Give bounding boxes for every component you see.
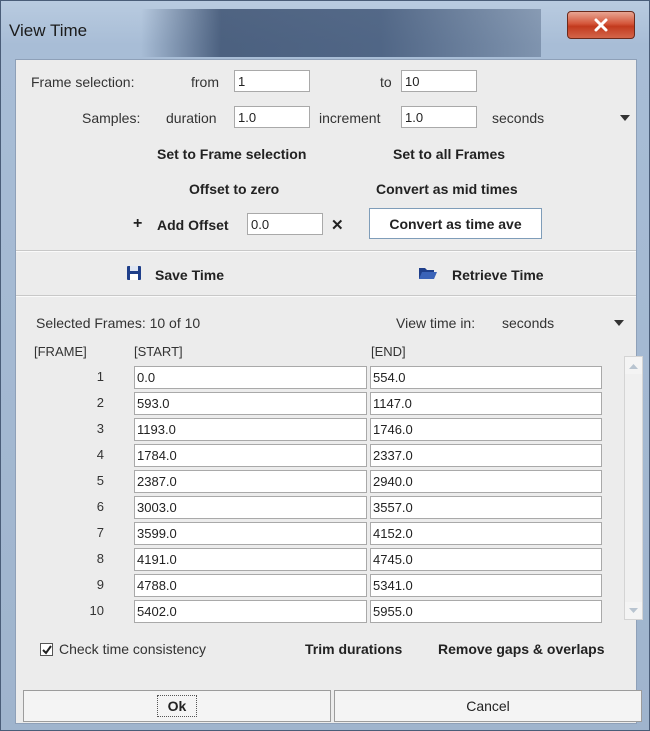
title-bar-background (141, 9, 541, 57)
end-cell[interactable]: 2337.0 (370, 444, 602, 467)
samples-label: Samples: (82, 110, 141, 126)
table-row[interactable]: 5 2387.0 2940.0 (30, 468, 620, 494)
chevron-down-icon[interactable] (620, 115, 630, 121)
view-time-unit-select[interactable]: seconds (502, 315, 554, 331)
frame-to-input[interactable] (401, 70, 477, 92)
offset-input[interactable] (247, 213, 323, 235)
end-cell[interactable]: 4745.0 (370, 548, 602, 571)
increment-label: increment (319, 110, 381, 126)
convert-as-time-ave-button[interactable]: Convert as time ave (369, 208, 542, 239)
dialog-content: Frame selection: from to Samples: durati… (15, 59, 643, 724)
frame-number: 4 (96, 447, 104, 462)
end-cell[interactable]: 3557.0 (370, 496, 602, 519)
close-icon (593, 17, 609, 33)
frame-number: 9 (96, 577, 104, 592)
end-cell[interactable]: 5341.0 (370, 574, 602, 597)
table-row[interactable]: 3 1193.0 1746.0 (30, 416, 620, 442)
increment-input[interactable] (401, 106, 477, 128)
dialog-window: View Time Frame selection: from to Sampl… (0, 0, 650, 731)
check-time-consistency-checkbox[interactable] (40, 643, 53, 656)
checkmark-icon (41, 644, 52, 655)
start-cell[interactable]: 1193.0 (134, 418, 367, 441)
cancel-button[interactable]: Cancel (334, 690, 642, 722)
duration-label: duration (166, 110, 217, 126)
frame-from-input[interactable] (234, 70, 310, 92)
from-label: from (191, 74, 219, 90)
chevron-down-icon[interactable] (614, 320, 624, 326)
trim-durations-button[interactable]: Trim durations (305, 641, 402, 657)
frame-number: 7 (96, 525, 104, 540)
table-row[interactable]: 9 4788.0 5341.0 (30, 572, 620, 598)
table-row[interactable]: 2 593.0 1147.0 (30, 390, 620, 416)
end-cell[interactable]: 4152.0 (370, 522, 602, 545)
start-cell[interactable]: 1784.0 (134, 444, 367, 467)
table-row[interactable]: 8 4191.0 4745.0 (30, 546, 620, 572)
set-to-all-frames-button[interactable]: Set to all Frames (393, 146, 505, 162)
cancel-button-label: Cancel (466, 698, 510, 714)
ok-button-label: Ok (156, 695, 198, 717)
view-time-in-label: View time in: (396, 315, 476, 331)
table-row[interactable]: 10 5402.0 5955.0 (30, 598, 620, 624)
scroll-up-button[interactable] (625, 357, 642, 374)
start-cell[interactable]: 0.0 (134, 366, 367, 389)
table-row[interactable]: 7 3599.0 4152.0 (30, 520, 620, 546)
start-cell[interactable]: 3599.0 (134, 522, 367, 545)
start-cell[interactable]: 4788.0 (134, 574, 367, 597)
frame-selection-label: Frame selection: (31, 74, 135, 90)
end-cell[interactable]: 1746.0 (370, 418, 602, 441)
table-row[interactable]: 6 3003.0 3557.0 (30, 494, 620, 520)
window-title: View Time (9, 21, 88, 40)
scroll-down-button[interactable] (625, 602, 642, 619)
end-cell[interactable]: 2940.0 (370, 470, 602, 493)
floppy-disk-icon[interactable] (126, 265, 142, 284)
plus-icon[interactable]: + (133, 215, 142, 233)
clear-icon[interactable]: ✕ (331, 216, 344, 234)
samples-unit-select[interactable]: seconds (492, 110, 544, 126)
start-cell[interactable]: 593.0 (134, 392, 367, 415)
frame-time-table: [FRAME] [START] [END] 1 0.0 554.0 2 593.… (30, 344, 643, 624)
end-cell[interactable]: 1147.0 (370, 392, 602, 415)
open-folder-icon[interactable] (418, 265, 438, 284)
frame-number: 2 (96, 395, 104, 410)
duration-input[interactable] (234, 106, 310, 128)
column-header-end: [END] (371, 344, 406, 359)
column-header-start: [START] (134, 344, 183, 359)
end-cell[interactable]: 5955.0 (370, 600, 602, 623)
check-time-consistency-label[interactable]: Check time consistency (59, 641, 206, 657)
add-offset-button[interactable]: Add Offset (157, 217, 229, 233)
column-header-frame: [FRAME] (34, 344, 87, 359)
frame-number: 10 (89, 603, 104, 618)
table-row[interactable]: 1 0.0 554.0 (30, 364, 620, 390)
frame-number: 5 (96, 473, 104, 488)
table-row[interactable]: 4 1784.0 2337.0 (30, 442, 620, 468)
convert-as-mid-times-button[interactable]: Convert as mid times (376, 181, 518, 197)
save-time-button[interactable]: Save Time (155, 267, 224, 283)
start-cell[interactable]: 5402.0 (134, 600, 367, 623)
start-cell[interactable]: 4191.0 (134, 548, 367, 571)
divider (16, 250, 636, 252)
close-button[interactable] (567, 11, 635, 39)
divider (16, 295, 636, 297)
ok-button[interactable]: Ok (23, 690, 331, 722)
end-cell[interactable]: 554.0 (370, 366, 602, 389)
set-to-frame-selection-button[interactable]: Set to Frame selection (157, 146, 306, 162)
retrieve-time-button[interactable]: Retrieve Time (452, 267, 544, 283)
start-cell[interactable]: 3003.0 (134, 496, 367, 519)
chevron-down-icon (629, 607, 638, 613)
remove-gaps-overlaps-button[interactable]: Remove gaps & overlaps (438, 641, 605, 657)
to-label: to (380, 74, 392, 90)
title-bar[interactable]: View Time (1, 1, 649, 57)
chevron-up-icon (629, 363, 638, 369)
offset-to-zero-button[interactable]: Offset to zero (189, 181, 279, 197)
start-cell[interactable]: 2387.0 (134, 470, 367, 493)
table-scrollbar[interactable] (624, 356, 643, 620)
frame-number: 1 (96, 369, 104, 384)
selected-frames-label: Selected Frames: 10 of 10 (36, 315, 201, 331)
frame-number: 6 (96, 499, 104, 514)
frame-number: 3 (96, 421, 104, 436)
frame-number: 8 (96, 551, 104, 566)
